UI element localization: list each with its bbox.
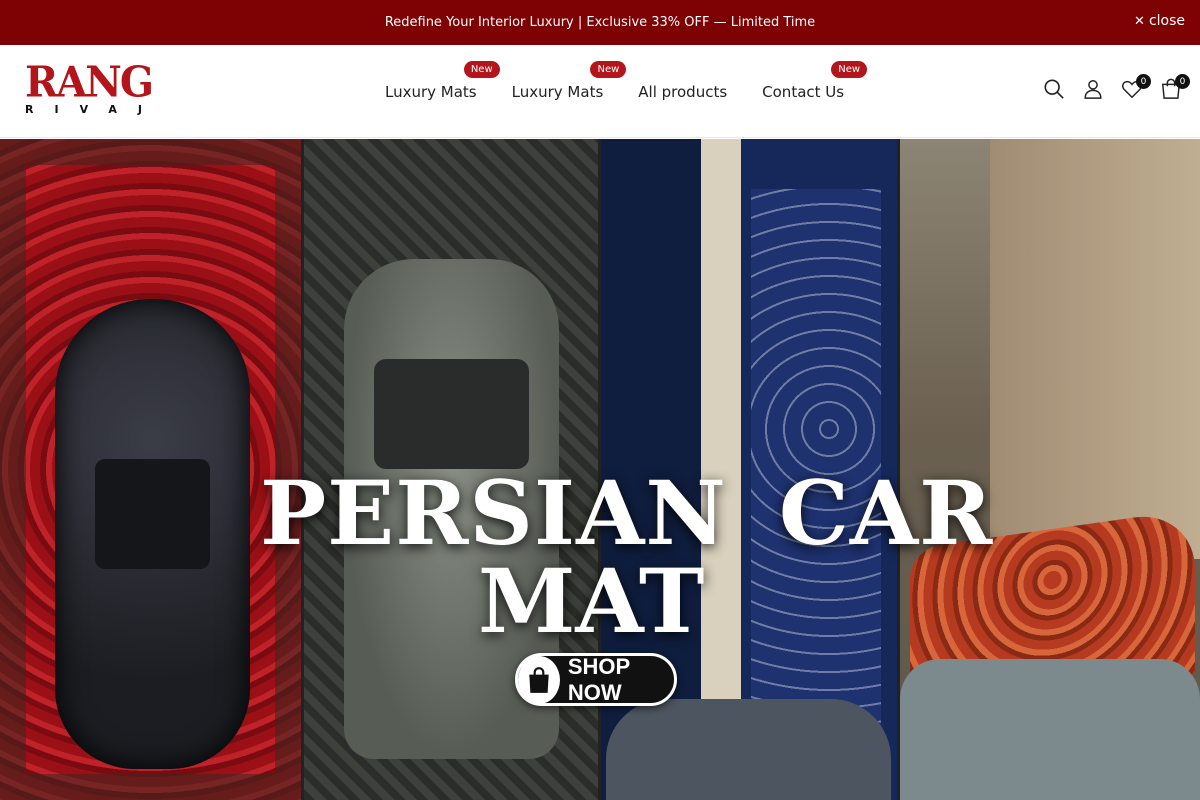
shop-now-button[interactable]: SHOP NOW [515,653,677,706]
new-badge: New [590,60,627,78]
hero-image-street-car [900,139,1200,800]
nav-item-label: Contact Us [762,82,845,101]
announcement-close-button[interactable]: ✕ close [1134,13,1185,29]
search-icon [1044,79,1064,99]
main-nav: Luxury Mats New Luxury Mats New All prod… [385,45,879,138]
cart-button[interactable]: 0 [1160,74,1190,102]
nav-item-contact-us[interactable]: Contact Us New [762,60,868,101]
announcement-bar: Redefine Your Interior Luxury | Exclusiv… [0,0,1200,45]
shopping-bag-icon [518,655,560,704]
announcement-close-label: close [1148,13,1185,29]
nav-item-label: Luxury Mats [385,82,477,101]
hero-image-red-rug-car [0,139,301,800]
nav-item-all-products[interactable]: All products [638,83,727,101]
nav-item-luxury-mats-2[interactable]: Luxury Mats New [511,60,627,101]
site-header: RANG RIVAJ Luxury Mats New Luxury Mats N… [0,45,1200,138]
nav-item-label: Luxury Mats [511,82,604,101]
account-button[interactable] [1082,78,1104,102]
logo-main-text: RANG [25,57,154,108]
user-icon [1084,80,1102,99]
announcement-text: Redefine Your Interior Luxury | Exclusiv… [384,15,816,30]
new-badge: New [463,60,500,78]
site-logo[interactable]: RANG RIVAJ [25,57,154,116]
new-badge: New [831,60,868,78]
wishlist-count: 0 [1136,74,1151,89]
nav-item-luxury-mats-1[interactable]: Luxury Mats New [385,60,500,101]
cart-count: 0 [1175,74,1190,89]
close-icon: ✕ [1134,13,1145,29]
wishlist-button[interactable]: 0 [1121,74,1151,102]
search-button[interactable] [1043,78,1065,102]
shop-now-label: SHOP NOW [567,653,630,705]
nav-item-label: All products [638,82,728,101]
header-icons: 0 0 [1043,74,1190,102]
